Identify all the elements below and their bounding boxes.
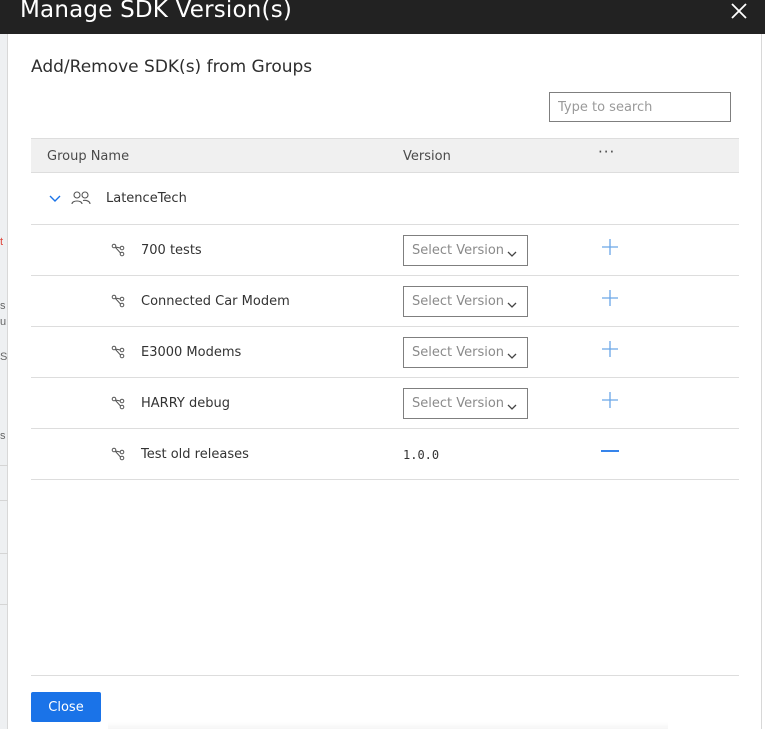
search-input[interactable]	[549, 92, 731, 122]
background-divider	[0, 500, 8, 501]
table-row: Test old releases 1.0.0	[31, 429, 739, 480]
table-header: Group Name Version ···	[31, 138, 739, 173]
version-value: 1.0.0	[403, 448, 440, 462]
users-icon	[71, 190, 91, 206]
more-options-icon[interactable]: ···	[598, 143, 615, 161]
chevron-down-icon	[507, 298, 517, 308]
subgroup-name: 700 tests	[141, 243, 202, 258]
chevron-down-icon	[507, 400, 517, 410]
footer-divider	[31, 675, 739, 676]
version-select-placeholder: Select Version	[412, 396, 505, 411]
chevron-down-icon	[507, 349, 517, 359]
hierarchy-icon	[111, 243, 125, 257]
close-icon[interactable]	[729, 1, 749, 21]
add-icon[interactable]	[600, 288, 620, 308]
subgroup-name: E3000 Modems	[141, 345, 242, 360]
version-select-placeholder: Select Version	[412, 294, 505, 309]
close-button[interactable]: Close	[31, 692, 101, 722]
section-heading: Add/Remove SDK(s) from Groups	[31, 57, 313, 77]
background-divider	[0, 553, 8, 554]
version-select-placeholder: Select Version	[412, 345, 505, 360]
version-select[interactable]: Select Version	[403, 235, 528, 266]
groups-table: Group Name Version ··· LatenceTech 700 t…	[31, 138, 739, 480]
hierarchy-icon	[111, 345, 125, 359]
add-icon[interactable]	[600, 339, 620, 359]
background-text: s	[0, 300, 6, 312]
table-row: E3000 Modems Select Version	[31, 327, 739, 378]
background-text: S	[0, 351, 8, 363]
hierarchy-icon	[111, 447, 125, 461]
subgroup-name: HARRY debug	[141, 396, 230, 411]
background-text: s	[0, 430, 6, 442]
add-icon[interactable]	[600, 390, 620, 410]
add-icon[interactable]	[600, 237, 620, 257]
manage-sdk-dialog: Add/Remove SDK(s) from Groups Group Name…	[8, 34, 762, 729]
column-header-group-name: Group Name	[47, 149, 130, 164]
dialog-title: Manage SDK Version(s)	[20, 0, 293, 23]
group-name: LatenceTech	[106, 191, 187, 206]
remove-icon[interactable]	[600, 441, 620, 461]
table-row: 700 tests Select Version	[31, 225, 739, 276]
chevron-down-icon	[507, 247, 517, 257]
group-row: LatenceTech	[31, 173, 739, 225]
version-select[interactable]: Select Version	[403, 337, 528, 368]
table-row: HARRY debug Select Version	[31, 378, 739, 429]
hierarchy-icon	[111, 294, 125, 308]
hierarchy-icon	[111, 396, 125, 410]
dialog-titlebar: Manage SDK Version(s)	[0, 0, 765, 34]
version-select-placeholder: Select Version	[412, 243, 505, 258]
version-select[interactable]: Select Version	[403, 286, 528, 317]
background-page: t s u S s	[0, 0, 8, 729]
subgroup-name: Connected Car Modem	[141, 294, 290, 309]
background-text: t	[0, 236, 4, 248]
table-row: Connected Car Modem Select Version	[31, 276, 739, 327]
footer-shadow	[108, 722, 668, 729]
column-header-version: Version	[403, 149, 451, 164]
version-select[interactable]: Select Version	[403, 388, 528, 419]
subgroup-name: Test old releases	[141, 447, 249, 462]
background-divider	[0, 604, 8, 605]
chevron-down-icon[interactable]	[49, 193, 61, 203]
background-divider	[0, 465, 8, 466]
background-text: u	[0, 316, 7, 328]
